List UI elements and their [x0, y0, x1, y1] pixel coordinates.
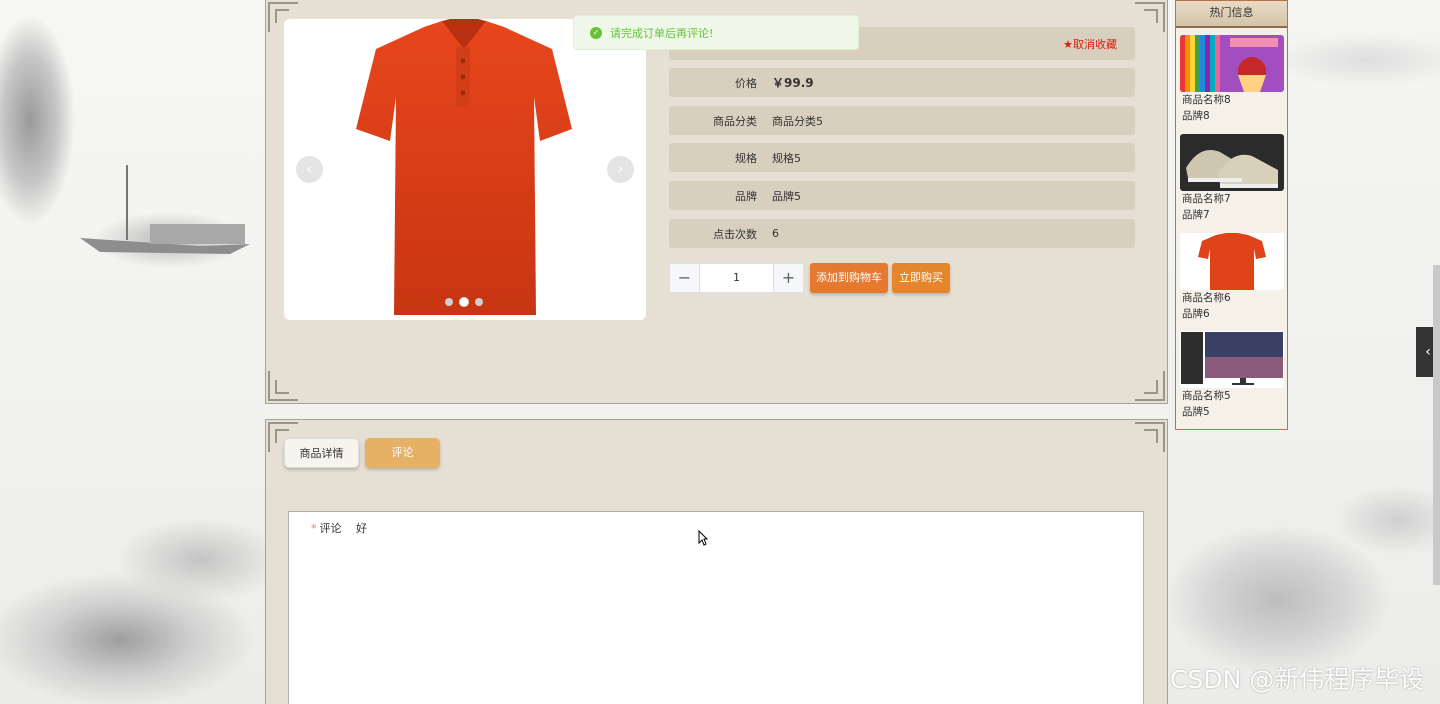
carousel-prev-button[interactable]: ‹: [296, 156, 323, 183]
mouse-pointer-icon: [698, 530, 708, 546]
carousel-dot-active[interactable]: [460, 298, 468, 306]
carousel-indicators: [445, 298, 483, 306]
hot-info-sidebar: 热门信息 商品名称8 品牌8 商品名称7 品牌7 商品名称6 品牌6 商品名称5…: [1175, 0, 1288, 430]
hot-item-brand: 品牌6: [1182, 308, 1210, 320]
carousel-dot[interactable]: [475, 298, 483, 306]
corner-ornament: [268, 371, 298, 401]
category-value: 商品分类5: [772, 114, 823, 128]
clicks-label: 点击次数: [713, 227, 757, 241]
hot-info-title: 热门信息: [1176, 1, 1287, 28]
comment-form: * 评论 好: [288, 511, 1144, 704]
buy-now-button[interactable]: 立即购买: [892, 263, 950, 293]
increase-quantity-button[interactable]: +: [773, 264, 803, 292]
decrease-quantity-button[interactable]: −: [670, 264, 700, 292]
hot-item[interactable]: 商品名称5 品牌5: [1180, 331, 1285, 420]
brand-value: 品牌5: [772, 189, 801, 203]
hot-item-name: 商品名称5: [1182, 390, 1231, 402]
hot-item-image-books[interactable]: [1180, 35, 1284, 92]
hot-item-image-sneakers[interactable]: [1180, 134, 1284, 191]
clicks-value: 6: [772, 227, 779, 240]
carousel-next-button[interactable]: ›: [607, 156, 634, 183]
product-image-carousel[interactable]: ‹ ›: [284, 19, 646, 320]
toast-text: 请完成订单后再评论!: [610, 26, 714, 40]
scrollbar-thumb[interactable]: [1433, 265, 1440, 585]
hot-item-image-computer[interactable]: [1180, 331, 1284, 388]
hot-item-name: 商品名称8: [1182, 94, 1231, 106]
comment-label-text: 评论: [319, 522, 342, 535]
quantity-stepper[interactable]: − 1 +: [669, 263, 804, 293]
corner-ornament: [1135, 371, 1165, 401]
hot-item[interactable]: 商品名称8 品牌8: [1180, 35, 1285, 124]
hot-item-name: 商品名称6: [1182, 292, 1231, 304]
price-value: ￥99.9: [772, 76, 814, 90]
tab-product-details[interactable]: 商品详情: [284, 438, 359, 468]
toast-message: ✓ 请完成订单后再评论!: [573, 15, 859, 50]
hot-item-image-shirt[interactable]: [1180, 233, 1284, 290]
success-check-icon: ✓: [590, 26, 602, 39]
comment-label: * 评论: [311, 520, 342, 536]
tab-comments[interactable]: 评论: [365, 438, 440, 468]
required-asterisk: *: [311, 522, 317, 535]
add-to-cart-button[interactable]: 添加到购物车: [810, 263, 888, 293]
info-row-clicks: 点击次数 6: [669, 219, 1135, 248]
info-row-category: 商品分类 商品分类5: [669, 106, 1135, 135]
hot-item[interactable]: 商品名称6 品牌6: [1180, 233, 1285, 322]
spec-label: 规格: [735, 151, 757, 165]
carousel-dot[interactable]: [445, 298, 453, 306]
price-label: 价格: [735, 76, 757, 90]
brand-label: 品牌: [735, 189, 757, 203]
info-row-spec: 规格 规格5: [669, 143, 1135, 172]
watermark-text: CSDN @新伟程序毕设: [1170, 665, 1425, 694]
hot-item-brand: 品牌5: [1182, 406, 1210, 418]
unfavorite-button[interactable]: ★取消收藏: [1063, 36, 1117, 52]
hot-item-brand: 品牌7: [1182, 209, 1210, 221]
corner-ornament: [1135, 422, 1165, 452]
comment-input[interactable]: 好: [356, 520, 367, 536]
quantity-input[interactable]: 1: [700, 264, 773, 292]
hot-item-name: 商品名称7: [1182, 193, 1231, 205]
category-label: 商品分类: [713, 114, 757, 128]
spec-value: 规格5: [772, 151, 801, 165]
hot-item-brand: 品牌8: [1182, 110, 1210, 122]
corner-ornament: [1135, 2, 1165, 32]
boat-illustration: [80, 224, 250, 254]
product-image-polo-shirt: [356, 19, 572, 315]
info-row-brand: 品牌 品牌5: [669, 181, 1135, 210]
info-row-price: 价格 ￥99.9: [669, 68, 1135, 97]
hot-item[interactable]: 商品名称7 品牌7: [1180, 134, 1285, 223]
ink-painting-left-background: [0, 0, 265, 704]
